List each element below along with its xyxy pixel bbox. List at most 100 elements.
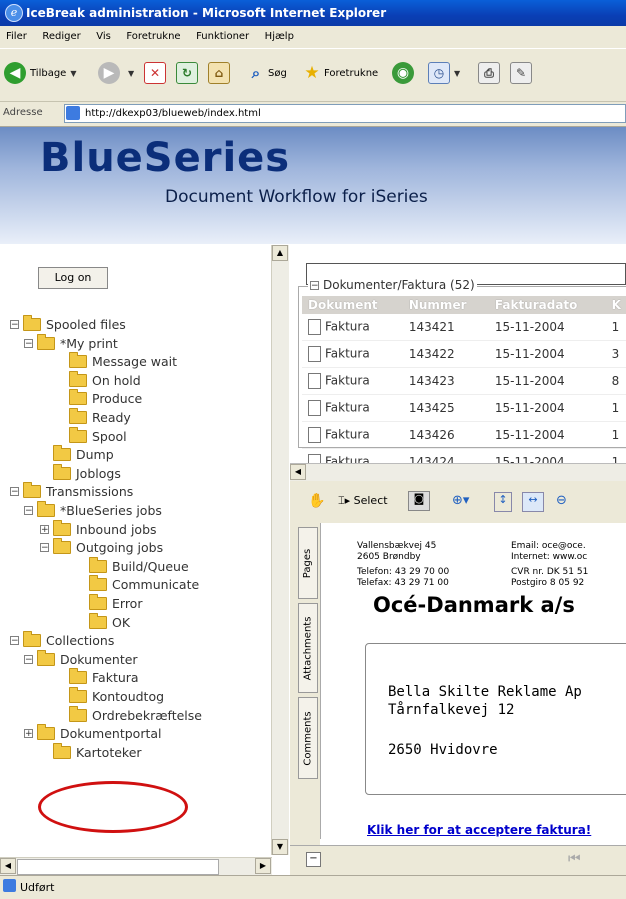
tree-node[interactable]: Message wait xyxy=(69,352,177,371)
print-button[interactable]: ⎙ xyxy=(478,59,500,87)
zoom-out-icon[interactable]: ⊖ xyxy=(556,493,567,508)
tree-node[interactable]: Produce xyxy=(69,389,142,408)
tab-comments[interactable]: Comments xyxy=(298,697,318,779)
scroll-left-icon[interactable]: ◀ xyxy=(0,858,16,874)
tab-attachments[interactable]: Attachments xyxy=(298,603,318,693)
tree-node[interactable]: Communicate xyxy=(89,575,199,594)
home-button[interactable]: ⌂ xyxy=(208,59,230,87)
forward-dropdown-icon[interactable]: ▼ xyxy=(128,69,134,78)
collapse-viewer-icon[interactable]: − xyxy=(306,852,321,867)
media-button[interactable]: ◉ xyxy=(392,59,418,87)
edit-button[interactable]: ✎ xyxy=(510,59,532,87)
document-icon xyxy=(308,400,321,416)
table-row[interactable]: Faktura 143423 15-11-2004 8 xyxy=(302,367,626,395)
folder-icon xyxy=(69,668,87,685)
table-cell: 15-11-2004 xyxy=(488,421,606,449)
log-on-button[interactable]: Log on xyxy=(38,267,108,289)
folder-icon xyxy=(89,612,107,629)
tree-node[interactable]: − Dokumenter xyxy=(24,649,138,669)
accept-invoice-link[interactable]: Klik her for at acceptere faktura! xyxy=(367,823,591,837)
collapse-icon[interactable]: − xyxy=(10,487,19,497)
back-dropdown-icon[interactable]: ▼ xyxy=(70,69,76,78)
menu-view[interactable]: Vis xyxy=(90,26,117,48)
scroll-up-icon[interactable]: ▲ xyxy=(272,245,288,261)
table-cell: 1 xyxy=(605,421,626,449)
scroll-right-icon[interactable]: ▶ xyxy=(255,858,271,874)
tree-node[interactable]: Ordrebekræftelse xyxy=(69,705,202,725)
first-page-icon[interactable]: ⏮ xyxy=(568,851,581,867)
menu-file[interactable]: Filer xyxy=(0,26,33,48)
scroll-thumb[interactable] xyxy=(17,859,219,875)
tree-node[interactable]: Faktura xyxy=(69,668,139,687)
column-header[interactable]: Dokument xyxy=(302,296,403,314)
left-vertical-scrollbar[interactable]: ▲ ▼ xyxy=(271,245,289,855)
tree-node-label: Joblogs xyxy=(76,465,121,481)
zoom-in-icon[interactable]: ⊕▾ xyxy=(452,493,469,508)
tree-node-label: Inbound jobs xyxy=(76,521,157,537)
grid-horizontal-scrollbar[interactable]: ◀ xyxy=(290,463,626,481)
table-row[interactable]: Faktura 143426 15-11-2004 1 xyxy=(302,421,626,449)
table-cell: Faktura xyxy=(302,314,403,341)
tree-node[interactable]: + Inbound jobs xyxy=(40,519,157,539)
collapse-icon[interactable]: − xyxy=(40,543,49,553)
grid-scroll-left-icon[interactable]: ◀ xyxy=(290,464,306,480)
menu-help[interactable]: Hjælp xyxy=(259,26,300,48)
table-row[interactable]: Faktura 143422 15-11-2004 3 xyxy=(302,340,626,368)
column-header[interactable]: Fakturadato xyxy=(488,296,606,314)
menu-favorites[interactable]: Foretrukne xyxy=(120,26,186,48)
collapse-icon[interactable]: − xyxy=(310,281,319,291)
tree-node-label: Error xyxy=(112,596,143,611)
history-button[interactable]: ◷ ▼ xyxy=(428,59,460,87)
tree-node[interactable]: − Collections xyxy=(10,631,114,650)
tree-node[interactable]: − Spooled files xyxy=(10,315,126,334)
refresh-button[interactable]: ↻ xyxy=(176,59,198,87)
fit-height-icon[interactable]: ↕ xyxy=(494,492,512,512)
collapse-icon[interactable]: − xyxy=(24,338,33,348)
tree-node[interactable]: Kontoudtog xyxy=(69,687,164,706)
table-cell-text: 15-11-2004 xyxy=(494,320,565,334)
hand-tool-icon[interactable]: ✋ xyxy=(308,493,325,509)
column-header[interactable]: K xyxy=(605,296,626,314)
tree-node-label: Kartoteker xyxy=(76,744,142,760)
stop-button[interactable]: ✕ xyxy=(144,59,166,87)
favorites-button[interactable]: ★ Foretrukne xyxy=(302,59,378,87)
expand-icon[interactable]: + xyxy=(24,729,33,739)
forward-button[interactable]: ▶ ▼ xyxy=(98,59,134,87)
tree-node[interactable]: − *BlueSeries jobs xyxy=(24,501,162,520)
tree-node[interactable]: Build/Queue xyxy=(89,556,189,576)
scroll-down-icon[interactable]: ▼ xyxy=(272,839,288,855)
collapse-icon[interactable]: − xyxy=(10,320,19,330)
history-dropdown-icon[interactable]: ▼ xyxy=(454,69,460,78)
collapse-icon[interactable]: − xyxy=(24,654,33,664)
table-cell-text: 15-11-2004 xyxy=(494,401,565,415)
tree-node[interactable]: OK xyxy=(89,612,130,632)
collapse-icon[interactable]: − xyxy=(24,506,33,516)
fit-width-icon[interactable]: ↔ xyxy=(522,492,544,512)
collapse-icon[interactable]: − xyxy=(10,636,19,646)
tree-node[interactable]: − Transmissions xyxy=(10,482,133,501)
tree-node[interactable]: − Outgoing jobs xyxy=(40,538,163,557)
address-input[interactable]: http://dkexp03/blueweb/index.html xyxy=(64,104,626,123)
back-arrow-icon: ◀ xyxy=(4,62,26,84)
column-header[interactable]: Nummer xyxy=(402,296,489,314)
expand-icon[interactable]: + xyxy=(40,524,49,534)
select-tool-button[interactable]: ⌶▸ Select xyxy=(338,494,388,508)
back-button[interactable]: ◀ Tilbage ▼ xyxy=(4,59,77,87)
table-row[interactable]: Faktura 143421 15-11-2004 1 xyxy=(302,314,626,341)
tree-node[interactable]: Dump xyxy=(53,445,114,464)
tree-node[interactable]: On hold xyxy=(69,370,141,390)
tree-node[interactable]: Ready xyxy=(69,408,131,427)
tab-pages[interactable]: Pages xyxy=(298,527,318,599)
tree-node[interactable]: Error xyxy=(89,594,142,613)
snapshot-icon[interactable]: ◙ xyxy=(408,491,430,511)
tree-node[interactable]: + Dokumentportal xyxy=(24,724,162,743)
tree-node[interactable]: Kartoteker xyxy=(53,742,142,762)
search-button[interactable]: ⌕ Søg xyxy=(246,59,287,87)
menu-edit[interactable]: Rediger xyxy=(36,26,86,48)
table-row[interactable]: Faktura 143425 15-11-2004 1 xyxy=(302,394,626,422)
tree-node[interactable]: Joblogs xyxy=(53,463,121,483)
menu-tools[interactable]: Funktioner xyxy=(190,26,255,48)
tree-node[interactable]: − *My print xyxy=(24,333,118,353)
left-horizontal-scrollbar[interactable]: ◀ ▶ xyxy=(0,857,272,875)
tree-node[interactable]: Spool xyxy=(69,426,127,446)
